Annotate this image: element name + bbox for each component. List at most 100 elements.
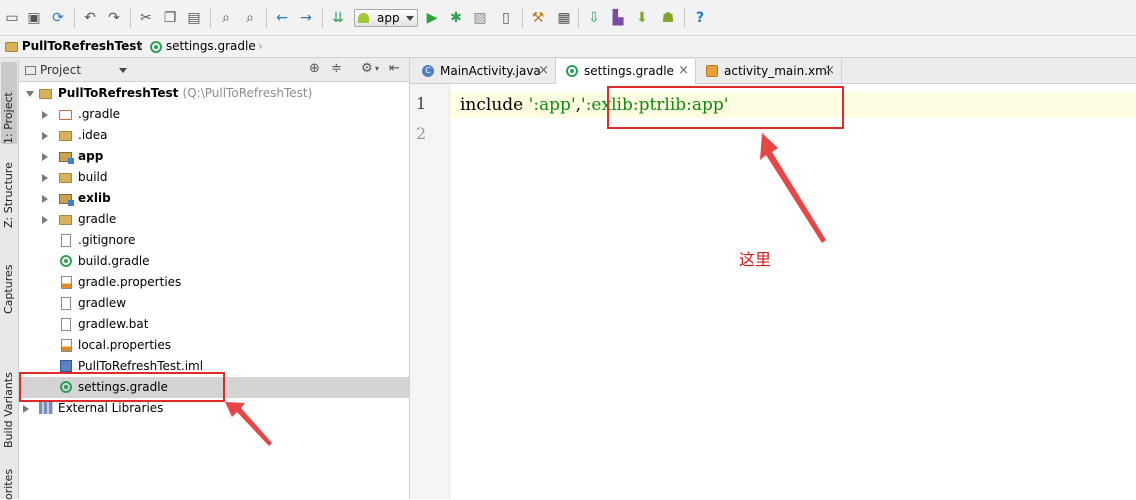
highlight-box-code (607, 86, 844, 129)
tab-settings-gradle[interactable]: settings.gradle × (556, 59, 696, 84)
toolbar-separator (74, 8, 75, 28)
redo-icon[interactable]: ↷ (106, 10, 122, 26)
tree-item[interactable]: gradlew.bat (19, 314, 409, 335)
code-editor[interactable]: 1 2 include ':app',':exlib:ptrlib:app' (410, 84, 1136, 499)
tab-activity-main-xml[interactable]: activity_main.xml × (696, 59, 842, 83)
library-icon (39, 402, 53, 414)
forward-icon[interactable]: → (298, 10, 314, 26)
tree-item-label: app (78, 149, 104, 163)
tree-item-label: exlib (78, 191, 111, 205)
open-icon[interactable]: ▭ (4, 10, 20, 26)
folder-icon (39, 89, 52, 99)
left-tool-strip: 1: Project Z: Structure Captures Build V… (0, 58, 19, 500)
tree-item[interactable]: .idea (19, 125, 409, 146)
hide-panel-icon[interactable]: ⇤ (389, 61, 400, 76)
tree-item-label: build.gradle (78, 254, 150, 268)
run-config-selector[interactable]: app (354, 9, 418, 27)
tree-item[interactable]: gradle (19, 209, 409, 230)
chevron-down-icon[interactable]: ▾ (375, 64, 379, 73)
tree-item[interactable]: build (19, 167, 409, 188)
folder-icon (59, 110, 72, 120)
tree-item-label: .gradle (78, 107, 121, 121)
tab-captures[interactable]: Captures (1, 244, 17, 314)
make-project-icon[interactable]: ⇊ (330, 10, 346, 26)
tree-item[interactable]: app (19, 146, 409, 167)
root-name: PullToRefreshTest (58, 86, 179, 100)
java-class-icon: C (422, 65, 434, 77)
folder-icon (59, 173, 72, 183)
find-icon[interactable]: ⌕ (218, 10, 234, 26)
highlight-box-settings-gradle (19, 372, 225, 402)
collapsed-arrow-icon (42, 195, 48, 203)
tree-item[interactable]: local.properties (19, 335, 409, 356)
gradle-icon (150, 40, 162, 53)
collapsed-arrow-icon (42, 111, 48, 119)
breadcrumb-separator-icon: › (138, 39, 143, 53)
cut-icon[interactable]: ✂ (138, 10, 154, 26)
gear-icon[interactable]: ⚙ (361, 61, 373, 76)
paste-icon[interactable]: ▤ (186, 10, 202, 26)
close-icon[interactable]: × (538, 59, 549, 83)
tree-item[interactable]: .gradle (19, 104, 409, 125)
gradle-icon (60, 255, 72, 267)
run-coverage-icon[interactable]: ▧ (472, 10, 488, 26)
tree-item[interactable]: exlib (19, 188, 409, 209)
close-icon[interactable]: × (824, 59, 835, 83)
line-number: 1 (416, 94, 427, 113)
project-view-selector[interactable]: Project (23, 61, 127, 79)
iml-file-icon (60, 360, 72, 372)
project-structure-icon[interactable]: ⚒ (530, 10, 546, 26)
back-icon[interactable]: ← (274, 10, 290, 26)
undo-icon[interactable]: ↶ (82, 10, 98, 26)
tab-project[interactable]: 1: Project (1, 62, 17, 144)
text-file-icon (61, 318, 71, 331)
target-icon[interactable]: ⊕ (309, 61, 320, 76)
android-device-icon[interactable]: ☗ (660, 10, 676, 26)
module-icon (59, 194, 74, 206)
collapsed-arrow-icon (42, 174, 48, 182)
tab-label: activity_main.xml (724, 64, 831, 78)
tab-build-variants[interactable]: Build Variants (1, 348, 17, 448)
collapsed-arrow-icon (42, 153, 48, 161)
project-panel: Project ⊕ ≑ ⚙ ▾ ⇤ PullToRefreshTest (Q:\… (19, 58, 410, 499)
sdk-download-icon[interactable]: ⬇ (634, 10, 650, 26)
breadcrumb-project[interactable]: PullToRefreshTest (5, 39, 142, 54)
toolbar-separator (578, 8, 579, 28)
attach-debugger-icon[interactable]: ▯ (498, 10, 514, 26)
sync-icon[interactable]: ⟳ (50, 10, 66, 26)
folder-icon (59, 215, 72, 225)
close-icon[interactable]: × (678, 59, 689, 83)
help-icon[interactable]: ? (692, 10, 708, 26)
line-number: 2 (416, 124, 427, 143)
avd-manager-icon[interactable]: ▙ (610, 10, 626, 26)
tab-label: MainActivity.java (440, 64, 541, 78)
debug-icon[interactable]: ✱ (448, 10, 464, 26)
replace-icon[interactable]: ⌕ (242, 10, 258, 26)
properties-file-icon (61, 276, 72, 289)
tab-mainactivity-java[interactable]: C MainActivity.java × (412, 59, 556, 83)
tree-item[interactable]: gradle.properties (19, 272, 409, 293)
tree-item[interactable]: build.gradle (19, 251, 409, 272)
tree-item-label: gradlew (78, 296, 127, 310)
line-number-gutter: 1 2 (410, 84, 450, 499)
expanded-arrow-icon (26, 91, 34, 97)
sdk-manager-icon[interactable]: ▦ (556, 10, 572, 26)
tree-item-label: .idea (78, 128, 108, 142)
toolbar-separator (130, 8, 131, 28)
sync-gradle-icon[interactable]: ⇩ (586, 10, 602, 26)
tree-item[interactable]: gradlew (19, 293, 409, 314)
breadcrumb-project-label: PullToRefreshTest (21, 39, 143, 53)
breadcrumb-file[interactable]: settings.gradle (150, 39, 256, 54)
save-all-icon[interactable]: ▣ (26, 10, 42, 26)
xml-layout-icon (706, 65, 718, 77)
code-keyword: include (460, 95, 529, 115)
run-icon[interactable]: ▶ (424, 10, 440, 26)
tree-root[interactable]: PullToRefreshTest (Q:\PullToRefreshTest) (19, 83, 409, 104)
tab-structure[interactable]: Z: Structure (1, 150, 17, 228)
tree-item[interactable]: .gitignore (19, 230, 409, 251)
collapse-all-icon[interactable]: ≑ (331, 61, 342, 76)
tab-favorites[interactable]: orites (1, 466, 17, 500)
toolbar-separator (210, 8, 211, 28)
copy-icon[interactable]: ❐ (162, 10, 178, 26)
tree-item-label: local.properties (78, 338, 172, 352)
